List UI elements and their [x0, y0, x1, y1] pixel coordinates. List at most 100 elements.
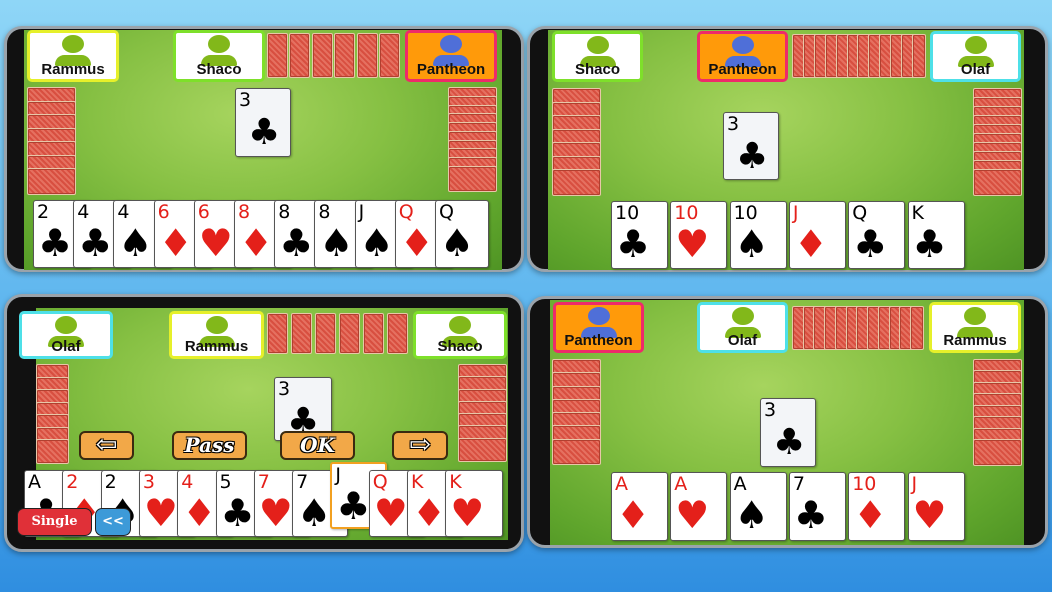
player-badge[interactable]: Shaco — [552, 31, 643, 82]
player-name: Shaco — [196, 61, 242, 78]
single-mode-button[interactable]: Single — [17, 508, 92, 536]
card-rank: 10 — [852, 473, 877, 495]
card-back — [552, 169, 601, 196]
card-suit: ♦ — [616, 493, 651, 537]
card-back — [356, 33, 378, 78]
player-badge[interactable]: Olaf — [19, 311, 113, 359]
hand-card[interactable]: Q ♣ — [848, 201, 906, 269]
card-rank: 7 — [296, 471, 309, 493]
card-rank: 6 — [197, 201, 210, 223]
player-name: Pantheon — [708, 61, 777, 78]
avatar-head — [205, 316, 228, 334]
card-back — [334, 33, 356, 78]
player-badge[interactable]: Olaf — [697, 302, 788, 353]
card-suit: ♣ — [336, 484, 371, 528]
card-suit: ♦ — [412, 491, 447, 535]
hand-card[interactable]: J ♦ — [788, 201, 846, 269]
card-suit: ♥ — [258, 491, 293, 535]
card-suit: ♦ — [158, 221, 193, 265]
card-rank: Q — [439, 201, 454, 223]
card-suit: ♠ — [734, 222, 769, 266]
opponent-hand-top — [267, 33, 400, 78]
card-back — [36, 439, 69, 464]
card-rank: 7 — [792, 473, 805, 495]
player-badge[interactable]: Rammus — [929, 302, 1021, 353]
player-name: Olaf — [960, 61, 991, 78]
player-badge[interactable]: Rammus — [169, 311, 264, 359]
card-back — [267, 33, 288, 78]
avatar-head — [964, 36, 987, 54]
card-back — [311, 33, 333, 78]
table-card: 3 ♣ — [235, 88, 291, 157]
hand-card[interactable]: K ♥ — [445, 470, 504, 537]
hand-card[interactable]: K ♣ — [907, 201, 965, 269]
player-name: Pantheon — [564, 332, 633, 349]
player-name: Olaf — [727, 332, 758, 349]
card-rank: Q — [372, 471, 388, 493]
avatar-head — [62, 35, 84, 53]
card-back — [27, 168, 76, 195]
card-rank: A — [674, 473, 688, 495]
player-badge[interactable]: Pantheon — [405, 30, 497, 82]
avatar-head — [731, 36, 754, 54]
player-badge[interactable]: Pantheon — [553, 302, 644, 353]
player-badge[interactable]: Pantheon — [697, 31, 788, 82]
card-back — [387, 313, 408, 354]
ok-button[interactable]: OK — [280, 431, 355, 460]
opponent-hand-left — [552, 359, 601, 465]
card-suit: ♥ — [450, 491, 485, 535]
table-card: 3 ♣ — [723, 112, 779, 180]
avatar-head — [964, 307, 986, 325]
hand-card[interactable]: 10 ♠ — [729, 201, 787, 269]
card-rank: 3 — [239, 89, 252, 111]
card-rank: J — [358, 201, 365, 223]
card-suit: ♥ — [373, 491, 408, 535]
card-rank: 10 — [674, 202, 699, 224]
player-badge[interactable]: Rammus — [27, 30, 119, 82]
hand-card[interactable]: 10 ♣ — [611, 201, 668, 269]
card-rank: 4 — [181, 471, 194, 493]
card-suit: ♣ — [616, 222, 651, 266]
opponent-hand-top — [267, 313, 408, 354]
card-suit: ♣ — [248, 112, 281, 153]
hand-card[interactable]: A ♥ — [670, 472, 728, 541]
card-rank: J — [911, 473, 918, 495]
card-suit: ♦ — [793, 222, 828, 266]
player-name: Pantheon — [416, 61, 486, 78]
card-suit: ♠ — [359, 221, 394, 265]
hand-card[interactable]: Q ♠ — [435, 200, 489, 268]
card-rank: Q — [852, 202, 868, 224]
card-suit: ♥ — [143, 491, 178, 535]
card-rank: 3 — [278, 378, 291, 400]
player-badge[interactable]: Olaf — [930, 31, 1021, 82]
hand-card[interactable]: 10 ♥ — [670, 201, 728, 269]
card-suit: ♦ — [399, 221, 434, 265]
right-arrow-button[interactable]: ⇨ — [392, 431, 448, 460]
player-name: Shaco — [574, 61, 620, 78]
player-badge[interactable]: Shaco — [173, 30, 265, 82]
hand-card[interactable]: A ♠ — [729, 472, 787, 541]
card-rank: 5 — [219, 471, 232, 493]
card-suit: ♠ — [118, 221, 153, 265]
hand-card[interactable]: J ♥ — [907, 472, 965, 541]
card-rank: 2 — [104, 471, 117, 493]
card-rank: 8 — [238, 201, 251, 223]
hand-card[interactable]: A ♦ — [611, 472, 668, 541]
opponent-hand-left — [27, 87, 76, 195]
hand-card[interactable]: 7 ♣ — [788, 472, 846, 541]
card-suit: ♠ — [440, 221, 475, 265]
card-back — [973, 169, 1022, 196]
card-back — [912, 34, 926, 78]
left-arrow-button[interactable]: ⇦ — [79, 431, 134, 460]
card-rank: 10 — [733, 202, 758, 224]
card-back — [973, 439, 1022, 466]
pass-button[interactable]: Pass — [172, 431, 247, 460]
hand-card[interactable]: 10 ♦ — [848, 472, 906, 541]
player-badge[interactable]: Shaco — [413, 311, 507, 359]
card-rank: 10 — [615, 202, 640, 224]
collapse-button[interactable]: << — [95, 508, 131, 536]
card-suit: ♣ — [736, 136, 769, 177]
card-suit: ♣ — [853, 222, 888, 266]
card-suit: ♥ — [198, 221, 233, 265]
card-suit: ♥ — [675, 222, 710, 266]
